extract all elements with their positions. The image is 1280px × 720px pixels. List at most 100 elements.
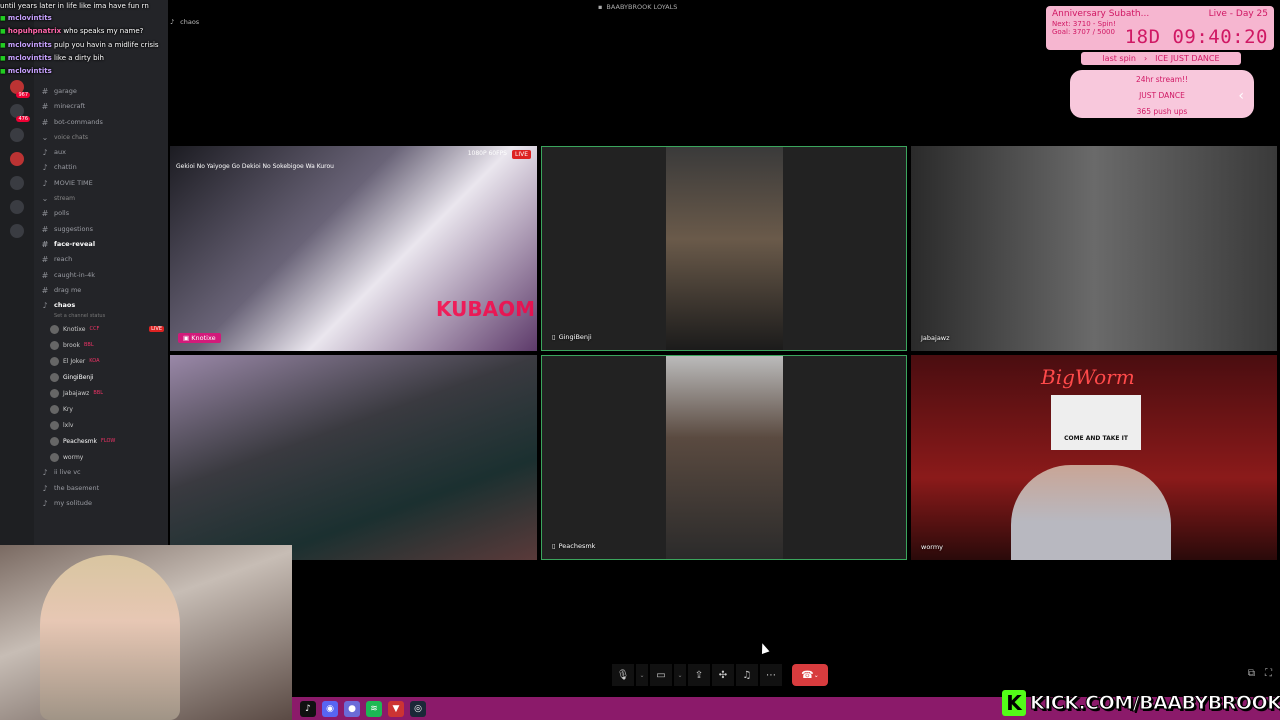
voice-channel-active[interactable]: ♪ chaos [40, 298, 164, 313]
fullscreen-icon[interactable]: ⛶ [1265, 668, 1272, 679]
explore-icon[interactable] [10, 224, 24, 238]
steam-icon[interactable]: ◎ [410, 700, 426, 717]
chevron-down-icon[interactable]: ⌄ [636, 664, 648, 686]
tile-name: Knotixe [191, 334, 216, 342]
channel-item[interactable]: # drag me [40, 283, 164, 298]
tile-name-badge: ▣ Knotixe [178, 333, 221, 343]
server-icon[interactable] [10, 152, 24, 166]
voice-user[interactable]: brook BBL [40, 337, 164, 353]
channel-item[interactable]: # face-reveal [40, 237, 164, 252]
server-icon[interactable] [10, 176, 24, 190]
chevron-down-icon[interactable]: ⌄ [674, 664, 686, 686]
channel-label: minecraft [54, 102, 86, 111]
phone-icon: ▯ [552, 333, 556, 341]
spotify-icon[interactable]: ≋ [366, 700, 382, 717]
discord-icon[interactable]: ◉ [322, 700, 338, 717]
video-tile[interactable]: BigWorm COME AND TAKE IT wormy [911, 355, 1277, 560]
voice-user[interactable]: Kry [40, 401, 164, 417]
channel-item[interactable]: # bot-commands [40, 115, 164, 130]
popout-icon[interactable]: ⧉ [1248, 668, 1255, 679]
server-icon[interactable]: 476 [10, 104, 30, 122]
speaker-icon: ♪ [170, 18, 175, 26]
user-tag: KOA [89, 358, 100, 365]
voice-channel-item[interactable]: ♪ ii live vc [40, 465, 164, 480]
chat-message: until years later in life like ima have … [0, 0, 210, 12]
channel-label: face-reveal [54, 239, 96, 248]
hash-icon: # [41, 209, 49, 219]
live-badge: LIVE [149, 326, 164, 333]
call-controls: 🎙 ⌄ ▭ ⌄ ⇪ ✣ ♫ ⋯ ☎ ⌄ [612, 664, 828, 686]
channel-label: garage [54, 87, 77, 95]
camera-off-icon[interactable]: ▭ [650, 664, 672, 686]
server-icon[interactable] [10, 128, 24, 142]
subathon-panel: Anniversary Subath... Live - Day 25 Next:… [1046, 6, 1274, 50]
last-spin-value: ICE JUST DANCE [1155, 54, 1220, 63]
channel-item[interactable]: # minecraft [40, 99, 164, 114]
mic-icon[interactable]: 🎙 [612, 664, 634, 686]
channel-item[interactable]: # reach [40, 252, 164, 267]
voice-channel-item[interactable]: ♪ aux [40, 145, 164, 160]
chat-user: mclovintits [7, 53, 52, 62]
voice-channel-item[interactable]: ♪ the basement [40, 481, 164, 496]
tile-name: Jabajawz [921, 334, 950, 342]
voice-channel-item[interactable]: ♪ chattin [40, 160, 164, 175]
category-header[interactable]: ⌄ stream [40, 191, 164, 206]
video-tile[interactable]: ▯ Peachesmk [541, 355, 907, 560]
voice-channel-item[interactable]: ♪ MOVIE TIME [40, 176, 164, 191]
channel-item[interactable]: # polls [40, 206, 164, 221]
chat-user: mclovintits [7, 40, 52, 49]
tile-name: wormy [921, 543, 944, 551]
voice-user[interactable]: Peachesmk FLOW [40, 433, 164, 449]
avatar [50, 404, 59, 414]
voice-user[interactable]: GingiBenji [40, 369, 164, 385]
avatar [50, 436, 59, 446]
chevron-left-icon: ‹ [1238, 88, 1244, 104]
video-feed [666, 356, 783, 559]
server-icon[interactable]: 967 [10, 80, 30, 98]
voice-user[interactable]: wormy [40, 449, 164, 465]
voice-user[interactable]: El Joker KOA [40, 353, 164, 369]
video-tile[interactable]: Jabajawz [911, 146, 1277, 351]
video-tile[interactable]: Gekioi No Yaiyoge Go Dekioi No Sokebigoe… [170, 146, 537, 351]
video-tile[interactable] [170, 355, 537, 560]
channel-item[interactable]: # caught-in-4k [40, 268, 164, 283]
voice-user[interactable]: Knotixe CCF LIVE [40, 321, 164, 337]
user-tag: BBL [93, 390, 103, 397]
hangup-button[interactable]: ☎ ⌄ [792, 664, 828, 686]
soundboard-icon[interactable]: ♫ [736, 664, 758, 686]
kick-badge-icon: ■ [0, 15, 6, 23]
voice-user[interactable]: Jabajawz BBL [40, 385, 164, 401]
voice-user-name: El Joker [63, 357, 86, 365]
call-header: ♪ chaos [170, 18, 199, 26]
neon-sign: BigWorm [1041, 365, 1135, 389]
voice-user[interactable]: lxlv [40, 417, 164, 433]
hash-icon: # [41, 239, 49, 249]
avatar [50, 324, 59, 334]
tile-name-label: ▯ Peachesmk [552, 542, 595, 550]
tiktok-icon[interactable]: ♪ [300, 700, 316, 717]
chat-text: until years later in life like ima have … [0, 2, 149, 10]
channel-status[interactable]: Set a channel status [40, 313, 164, 321]
channel-item[interactable]: # suggestions [40, 222, 164, 237]
screen-share-icon[interactable]: ⇪ [688, 664, 710, 686]
voice-channel-item[interactable]: ♪ my solitude [40, 496, 164, 511]
window-title: ▪ BAABYBROOK LOYALS [598, 3, 677, 11]
app-icon[interactable]: ● [344, 700, 360, 717]
wall-flag: COME AND TAKE IT [1051, 395, 1141, 450]
voice-user-name: Kry [63, 405, 73, 413]
view-controls: ⧉ ⛶ [1248, 668, 1272, 679]
webcam-feed [40, 555, 180, 720]
channel-item[interactable]: # garage [40, 84, 164, 99]
live-day: Live - Day 25 [1208, 9, 1268, 19]
category-label: stream [54, 195, 76, 203]
kick-badge-icon: ■ [0, 41, 6, 49]
video-tile[interactable]: ▯ GingiBenji [541, 146, 907, 351]
category-header[interactable]: ⌄ voice chats [40, 130, 164, 145]
subathon-timer: 18D 09:40:20 [1124, 26, 1268, 48]
more-icon[interactable]: ⋯ [760, 664, 782, 686]
brave-icon[interactable]: ▼ [388, 700, 404, 717]
tile-name: Peachesmk [558, 542, 596, 550]
discord-sidebar: 967 476 # garage # minecraft # bot-commands… [0, 0, 168, 545]
activities-icon[interactable]: ✣ [712, 664, 734, 686]
add-server-icon[interactable] [10, 200, 24, 214]
